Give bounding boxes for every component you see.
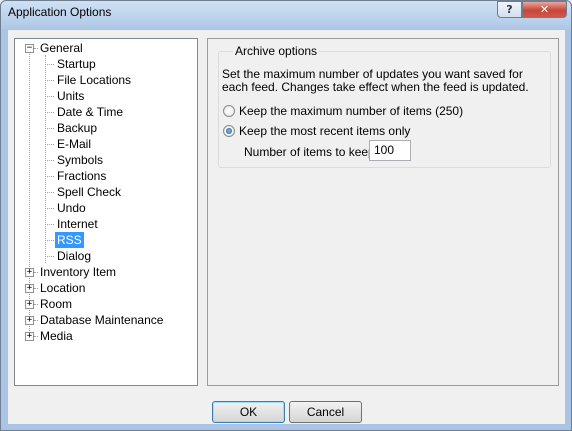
expand-icon[interactable]: +: [25, 268, 34, 277]
settings-panel: Archive options Set the maximum number o…: [207, 38, 559, 386]
tree-item-label: General: [40, 41, 83, 55]
items-to-keep-input[interactable]: 100: [369, 140, 411, 161]
tree-item-label: Room: [40, 297, 73, 311]
tree-item-label: Startup: [57, 57, 96, 71]
tree-item-label: Media: [40, 329, 73, 343]
title-bar[interactable]: Application Options ? ✕: [1, 1, 571, 23]
tree-item-label: Internet: [57, 217, 98, 231]
tree-root-line: [29, 51, 30, 341]
tree-item-label: Spell Check: [57, 185, 122, 199]
radio-label[interactable]: Keep the maximum number of items (250): [239, 104, 463, 118]
tree-item-label: Symbols: [57, 153, 104, 167]
archive-description: Set the maximum number of updates you wa…: [222, 67, 529, 94]
window-title: Application Options: [8, 5, 112, 19]
tree-item-label: Backup: [57, 121, 98, 135]
dialog-body: − General Startup File Locations Units D…: [8, 30, 565, 424]
close-icon: ✕: [539, 3, 550, 16]
tree-item-label: Undo: [57, 201, 86, 215]
tree-branch-line: [45, 55, 46, 263]
help-icon: ?: [506, 3, 513, 16]
tree-item-label: Dialog: [57, 249, 92, 263]
tree-item-label: Date & Time: [57, 105, 124, 119]
tree-item-label: E-Mail: [57, 137, 92, 151]
radio-label[interactable]: Keep the most recent items only: [239, 124, 410, 138]
collapse-icon[interactable]: −: [25, 44, 34, 53]
tree-item-label: File Locations: [57, 73, 132, 87]
radio-button[interactable]: [223, 125, 235, 137]
help-button[interactable]: ?: [497, 1, 522, 18]
tree-item-label: Location: [40, 281, 86, 295]
cancel-button[interactable]: Cancel: [289, 401, 362, 423]
tree-item-label: Fractions: [57, 169, 107, 183]
expand-icon[interactable]: +: [25, 284, 34, 293]
options-tree[interactable]: − General Startup File Locations Units D…: [14, 38, 198, 386]
tree-item-label: RSS: [55, 232, 84, 248]
expand-icon[interactable]: +: [25, 300, 34, 309]
items-to-keep-label: Number of items to keep:: [244, 145, 379, 159]
expand-icon[interactable]: +: [25, 316, 34, 325]
tree-item-label: Inventory Item: [40, 265, 117, 279]
expand-icon[interactable]: +: [25, 332, 34, 341]
ok-button[interactable]: OK: [212, 401, 285, 423]
tree-item-label: Database Maintenance: [40, 313, 164, 327]
close-button[interactable]: ✕: [522, 1, 567, 18]
tree-item-label: Units: [57, 89, 85, 103]
group-title: Archive options: [233, 44, 320, 58]
radio-button[interactable]: [223, 105, 235, 117]
application-options-window: Application Options ? ✕ − General Startu…: [0, 0, 572, 431]
